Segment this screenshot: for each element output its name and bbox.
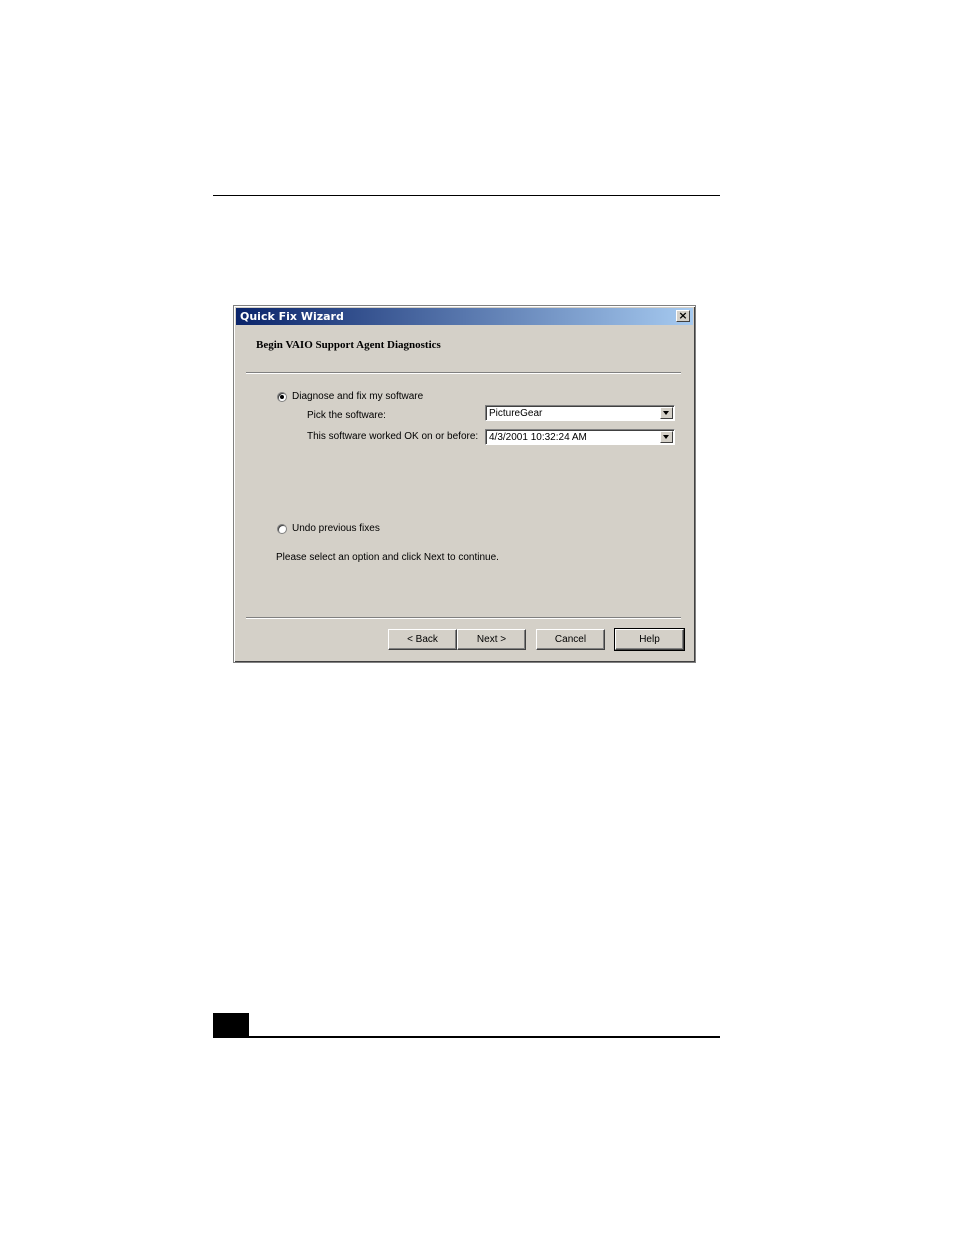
- top-separator: [246, 372, 681, 374]
- worked-before-label: This software worked OK on or before:: [307, 431, 479, 442]
- diagnose-radio[interactable]: [277, 392, 287, 402]
- dialog-title: Quick Fix Wizard: [240, 310, 344, 323]
- page-number-tab: [213, 1013, 249, 1037]
- close-icon: ×: [678, 309, 688, 322]
- instruction-text: Please select an option and click Next t…: [276, 552, 499, 563]
- next-button[interactable]: Next >: [457, 629, 526, 650]
- undo-label[interactable]: Undo previous fixes: [292, 523, 380, 534]
- dialog-heading: Begin VAIO Support Agent Diagnostics: [256, 339, 441, 351]
- pick-software-label: Pick the software:: [307, 410, 386, 421]
- bottom-rule: [213, 1036, 720, 1038]
- quick-fix-wizard-dialog: Quick Fix Wizard × Begin VAIO Support Ag…: [233, 305, 696, 663]
- back-button[interactable]: < Back: [388, 629, 457, 650]
- close-button[interactable]: ×: [676, 310, 690, 322]
- cancel-button[interactable]: Cancel: [536, 629, 605, 650]
- help-button[interactable]: Help: [614, 628, 685, 651]
- radio-selected-dot: [280, 395, 284, 399]
- date-select[interactable]: 4/3/2001 10:32:24 AM: [485, 429, 675, 445]
- software-select[interactable]: PictureGear: [485, 405, 675, 421]
- diagnose-label[interactable]: Diagnose and fix my software: [292, 391, 423, 402]
- software-select-value: PictureGear: [489, 408, 543, 419]
- date-select-value: 4/3/2001 10:32:24 AM: [489, 432, 587, 443]
- bottom-separator: [246, 617, 681, 619]
- title-bar[interactable]: Quick Fix Wizard ×: [236, 308, 693, 325]
- undo-radio[interactable]: [277, 524, 287, 534]
- chevron-down-icon[interactable]: [660, 407, 673, 419]
- chevron-down-icon[interactable]: [660, 431, 673, 443]
- top-rule: [213, 195, 720, 196]
